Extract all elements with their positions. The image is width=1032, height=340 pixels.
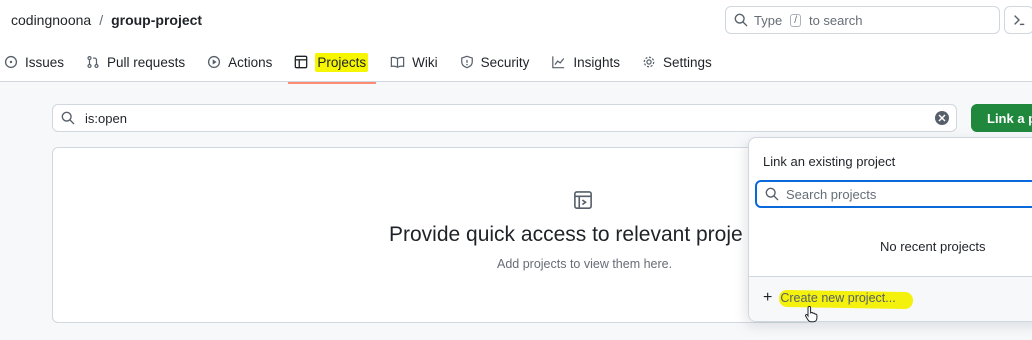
tab-pull-requests[interactable]: Pull requests — [86, 44, 195, 80]
issue-circle-icon — [4, 55, 18, 69]
pull-request-icon — [87, 55, 99, 69]
tab-label: Settings — [662, 54, 712, 70]
create-new-project-button[interactable]: + Create new project... — [763, 289, 896, 306]
tab-label: Issues — [25, 54, 65, 70]
table-icon — [295, 55, 308, 69]
hand-pointer-cursor-icon — [804, 305, 818, 323]
search-icon — [734, 13, 748, 27]
blankslate-description: Add projects to view them here. — [497, 257, 673, 271]
link-project-button[interactable]: Link a pr — [971, 104, 1032, 132]
command-palette-button[interactable] — [1004, 6, 1032, 34]
tab-label: Security — [480, 54, 530, 70]
tab-label: Pull requests — [107, 54, 186, 70]
link-project-popover: Link an existing project No recent proje… — [748, 137, 1032, 322]
popover-title: Link an existing project — [763, 154, 896, 169]
tab-label: Insights — [573, 54, 620, 70]
clear-filter-button[interactable] — [935, 111, 949, 125]
tab-label: Wiki — [412, 54, 438, 70]
global-search-prefix: Type — [754, 12, 783, 28]
create-new-project-label: Create new project... — [780, 291, 896, 305]
gear-icon — [643, 56, 655, 68]
global-search[interactable]: Type / to search — [725, 6, 1000, 34]
search-icon — [61, 111, 75, 125]
tab-issues[interactable]: Issues — [4, 44, 74, 80]
tab-label: Actions — [228, 54, 273, 70]
breadcrumb-separator: / — [99, 12, 104, 28]
tab-projects[interactable]: Projects — [288, 44, 378, 84]
tab-security[interactable]: Security — [460, 44, 540, 80]
book-icon — [390, 56, 405, 68]
project-filter-input[interactable]: is:open — [52, 104, 957, 132]
close-icon — [938, 114, 946, 122]
terminal-icon — [1014, 15, 1025, 26]
tab-actions[interactable]: Actions — [207, 44, 282, 80]
no-recent-projects-text: No recent projects — [880, 239, 986, 254]
repo-tabs: Issues Pull requests Actions Projects Wi… — [4, 44, 734, 84]
tab-label: Projects — [315, 52, 369, 72]
popover-footer: + Create new project... — [749, 277, 1032, 321]
blankslate-title: Provide quick access to relevant proje — [389, 223, 743, 246]
tab-settings[interactable]: Settings — [642, 44, 722, 80]
repo-name-link[interactable]: group-project — [111, 12, 202, 28]
filter-value: is:open — [85, 110, 127, 126]
slash-key-hint: / — [790, 13, 801, 27]
play-circle-icon — [207, 55, 221, 69]
tab-insights[interactable]: Insights — [551, 44, 630, 80]
repo-owner-link[interactable]: codingnoona — [11, 12, 91, 28]
shield-icon — [460, 55, 473, 69]
project-template-icon — [574, 191, 592, 209]
search-projects-field[interactable] — [755, 180, 1032, 208]
projects-blankslate: Provide quick access to relevant proje A… — [52, 147, 812, 323]
breadcrumb: codingnoona / group-project — [11, 12, 202, 28]
repo-header: codingnoona / group-project Type / to sear… — [0, 0, 1032, 84]
search-projects-input[interactable] — [786, 186, 986, 202]
plus-icon: + — [763, 289, 773, 306]
global-search-suffix: to search — [808, 12, 863, 28]
search-icon — [765, 187, 779, 201]
tab-wiki[interactable]: Wiki — [390, 44, 448, 80]
graph-icon — [552, 56, 565, 69]
